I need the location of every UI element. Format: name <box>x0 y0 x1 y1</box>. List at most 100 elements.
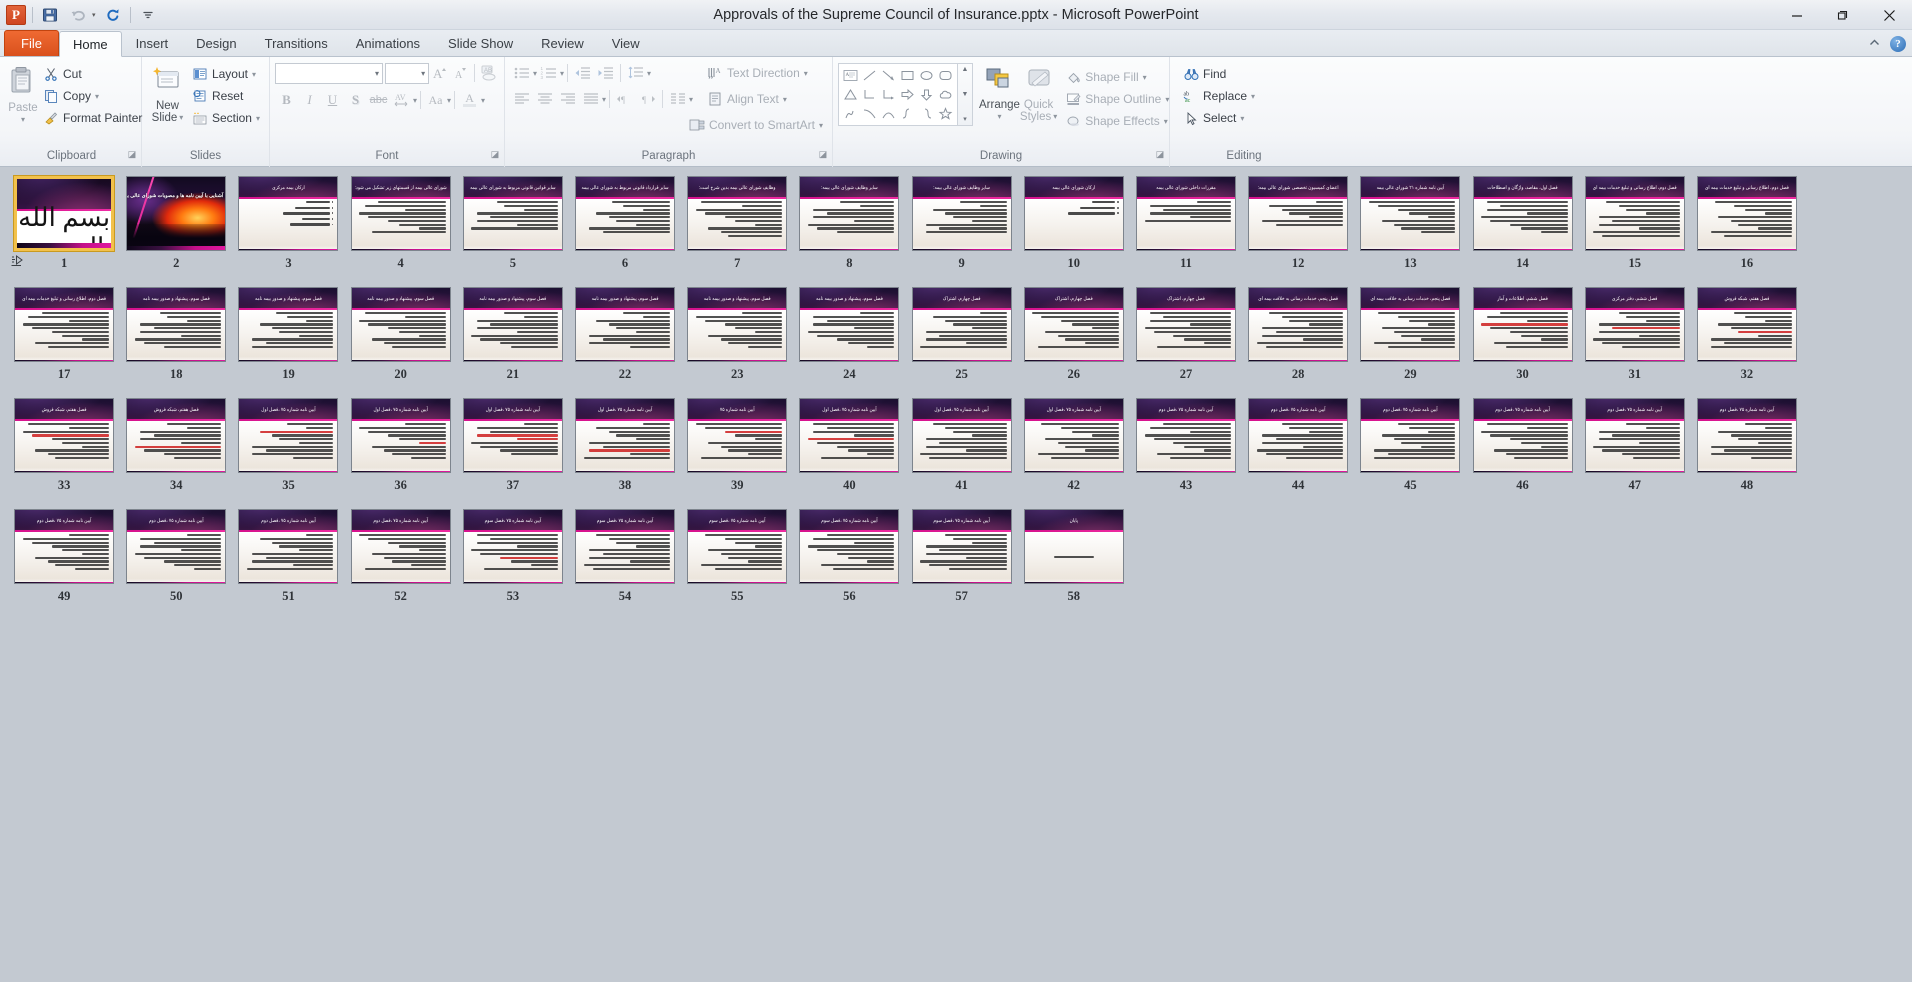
slide-thumbnail[interactable]: آیین نامه شماره ۷۵ ،فصل دوم <box>1472 398 1573 473</box>
slide-thumbnail-cell[interactable]: آیین نامه شماره ۷۵ ،فصل اول 38 <box>569 398 681 509</box>
increase-indent-button[interactable] <box>594 62 617 84</box>
slide-thumbnail[interactable]: آیین نامه شماره ۷۵ ،فصل اول <box>238 398 339 473</box>
slide-thumbnail[interactable]: آیین نامه شماره ۷۵ ،فصل دوم <box>14 509 115 584</box>
replace-button[interactable]: ab ac Replace ▾ <box>1179 85 1259 107</box>
shape-left-brace-icon[interactable] <box>898 104 917 123</box>
shape-fill-dropdown-icon[interactable]: ▾ <box>1143 73 1147 82</box>
justify-dropdown-icon[interactable]: ▾ <box>602 95 606 104</box>
shape-elbow-arrow-icon[interactable] <box>879 85 898 104</box>
slide-thumbnail-cell[interactable]: فصل پنجم، خدمات رسانی به خلافت بیمه ای 28 <box>1242 287 1354 398</box>
italic-button[interactable]: I <box>298 89 321 111</box>
restore-button[interactable] <box>1820 0 1866 30</box>
shape-arrow-icon[interactable] <box>879 66 898 85</box>
slide-thumbnail-cell[interactable]: آیین نامه شماره ۷۵ ،فصل دوم 51 <box>232 509 344 620</box>
slide-thumbnail-cell[interactable]: فصل هفتم، شبکه فروش 33 <box>8 398 120 509</box>
shapes-scroll-up-icon[interactable]: ▲ <box>962 66 969 73</box>
tab-slide-show[interactable]: Slide Show <box>434 31 527 56</box>
align-text-dropdown-icon[interactable]: ▾ <box>783 95 787 104</box>
quick-styles-dropdown-icon[interactable]: ▾ <box>1053 111 1057 123</box>
decrease-indent-button[interactable] <box>571 62 594 84</box>
tab-review[interactable]: Review <box>527 31 598 56</box>
slide-thumbnail[interactable]: فصل پنجم، خدمات رسانی به خلافت بیمه ای <box>1248 287 1349 362</box>
slide-thumbnail-cell[interactable]: آیین نامه شماره ۷۵ ،فصل اول 36 <box>345 398 457 509</box>
shape-scribble-icon[interactable] <box>841 104 860 123</box>
shape-down-arrow-icon[interactable] <box>917 85 936 104</box>
font-dialog-launcher-icon[interactable]: ◪ <box>490 150 500 160</box>
slide-thumbnail-cell[interactable]: فصل دوم، اطلاع رسانی و تبلیغ خدمات بیمه … <box>8 287 120 398</box>
drawing-dialog-launcher-icon[interactable]: ◪ <box>1155 150 1165 160</box>
slide-thumbnail-cell[interactable]: آیین نامه شماره ۷۵ ،فصل سوم 56 <box>793 509 905 620</box>
text-shadow-button[interactable]: S <box>344 89 367 111</box>
shapes-gallery[interactable]: A ▲ ▼ ▾ <box>838 63 973 126</box>
animation-indicator-icon[interactable] <box>10 255 24 268</box>
align-right-button[interactable] <box>556 88 579 110</box>
shape-rectangle-icon[interactable] <box>898 66 917 85</box>
cut-button[interactable]: Cut <box>39 63 146 85</box>
slide-thumbnail-cell[interactable]: اعضای کمیسیون تخصصی شورای عالی بیمه: 12 <box>1242 176 1354 287</box>
paragraph-dialog-launcher-icon[interactable]: ◪ <box>818 150 828 160</box>
minimize-button[interactable] <box>1774 0 1820 30</box>
align-text-button[interactable]: Align Text ▾ <box>693 88 791 110</box>
slide-thumbnail[interactable]: فصل سوم، پیشنهاد و صدور بیمه نامه <box>350 287 451 362</box>
quick-styles-button[interactable]: Quick Styles ▾ <box>1020 63 1057 123</box>
line-spacing-dropdown-icon[interactable]: ▾ <box>647 69 651 78</box>
slide-thumbnail[interactable]: فصل چهارم، اشتراک <box>1023 287 1124 362</box>
slide-thumbnail-cell[interactable]: وظایف شورای عالی بیمه بدین شرح است: 7 <box>681 176 793 287</box>
font-size-combo[interactable]: ▾ <box>385 62 430 84</box>
text-direction-dropdown-icon[interactable]: ▾ <box>804 69 808 78</box>
shapes-scrollbar[interactable]: ▲ ▼ ▾ <box>958 63 973 126</box>
slide-thumbnail-cell[interactable]: فصل چهارم، اشتراک 27 <box>1130 287 1242 398</box>
shrink-font-button[interactable]: A <box>450 62 471 84</box>
shape-star-icon[interactable] <box>936 104 955 123</box>
reset-button[interactable]: Reset <box>188 85 264 107</box>
slide-thumbnail-cell[interactable]: سایر قرارداد قانونی مربوط به شورای عالی … <box>569 176 681 287</box>
slide-thumbnail-cell[interactable]: آیین نامه شماره ۷۵ ،فصل دوم 46 <box>1466 398 1578 509</box>
slide-thumbnail-cell[interactable]: آیین نامه شماره ۷۵ ،فصل اول 42 <box>1018 398 1130 509</box>
section-dropdown-icon[interactable]: ▾ <box>256 114 260 123</box>
change-case-button[interactable]: Aa <box>424 89 447 111</box>
slide-thumbnail-cell[interactable]: فصل چهارم، اشتراک 25 <box>906 287 1018 398</box>
slide-thumbnail[interactable]: آشنایی با آیین نامه ها و مصوبات شورای عا… <box>126 176 227 251</box>
slide-thumbnail-cell[interactable]: آیین نامه شماره ۷۵ ،فصل سوم 54 <box>569 509 681 620</box>
tab-design[interactable]: Design <box>182 31 250 56</box>
slide-thumbnail[interactable]: سایر قرارداد قانونی مربوط به شورای عالی … <box>575 176 676 251</box>
slide-thumbnail[interactable]: آیین نامه شماره ۷۵ ،فصل سوم <box>575 509 676 584</box>
slide-thumbnail[interactable]: آیین نامه شماره ۷۵ ،فصل دوم <box>1584 398 1685 473</box>
slide-thumbnail[interactable]: آیین نامه شماره ۲۱ شورای عالی بیمه <box>1360 176 1461 251</box>
slide-thumbnail-cell[interactable]: پایان 58 <box>1018 509 1130 620</box>
select-dropdown-icon[interactable]: ▾ <box>1240 114 1244 123</box>
slide-thumbnail-cell[interactable]: فصل پنجم، خدمات رسانی به خلافت بیمه ای 29 <box>1354 287 1466 398</box>
slide-thumbnail[interactable]: آیین نامه شماره ۷۵ ،فصل اول <box>575 398 676 473</box>
slide-thumbnail[interactable]: سایر وظایف شورای عالی بیمه: <box>799 176 900 251</box>
strikethrough-button[interactable]: abc <box>367 89 390 111</box>
right-to-left-button[interactable]: ¶ <box>636 88 659 110</box>
slide-thumbnail[interactable]: وظایف شورای عالی بیمه بدین شرح است: <box>687 176 788 251</box>
slide-thumbnail[interactable]: فصل دوم، اطلاع رسانی و تبلیغ خدمات بیمه … <box>14 287 115 362</box>
shape-outline-button[interactable]: Shape Outline ▾ <box>1061 88 1173 110</box>
slide-thumbnail-cell[interactable]: فصل دوم، اطلاع رسانی و تبلیغ خدمات بیمه … <box>1691 176 1803 287</box>
shapes-grid[interactable]: A <box>838 63 958 126</box>
slide-thumbnail[interactable]: آیین نامه شماره ۷۵ ،فصل سوم <box>911 509 1012 584</box>
slide-thumbnail[interactable]: مقررات داخلی شورای عالی بیمه <box>1135 176 1236 251</box>
slide-thumbnail[interactable]: فصل هفتم، شبکه فروش <box>126 398 227 473</box>
font-name-dropdown-icon[interactable]: ▾ <box>375 69 379 78</box>
slide-thumbnail[interactable]: فصل دوم، اطلاع رسانی و تبلیغ خدمات بیمه … <box>1696 176 1797 251</box>
slide-thumbnail-cell[interactable]: فصل سوم، پیشنهاد و صدور بیمه نامه 20 <box>345 287 457 398</box>
close-button[interactable] <box>1866 0 1912 30</box>
slide-thumbnail-cell[interactable]: سایر وظایف شورای عالی بیمه: 9 <box>906 176 1018 287</box>
underline-button[interactable]: U <box>321 89 344 111</box>
slide-thumbnail[interactable]: آیین نامه شماره ۷۵ ،فصل اول <box>462 398 563 473</box>
shape-oval-icon[interactable] <box>917 66 936 85</box>
format-painter-button[interactable]: Format Painter <box>39 107 146 129</box>
slide-thumbnail[interactable]: آیین نامه شماره ۷۵ ،فصل دوم <box>350 509 451 584</box>
slide-thumbnail-cell[interactable]: آیین نامه شماره ۷۵ ،فصل دوم 52 <box>345 509 457 620</box>
slide-thumbnail[interactable]: آیین نامه شماره ۷۵ ،فصل دوم <box>126 509 227 584</box>
slide-thumbnail[interactable]: آیین نامه شماره ۷۵ ،فصل دوم <box>238 509 339 584</box>
slide-thumbnail[interactable]: فصل ششم، دفتر مرکزی <box>1584 287 1685 362</box>
slide-thumbnail[interactable]: شورای عالی بیمه از قسمتهای زیر تشکیل می … <box>350 176 451 251</box>
slide-thumbnail-cell[interactable]: آیین نامه شماره ۷۵ ،فصل دوم 47 <box>1579 398 1691 509</box>
slide-thumbnail-cell[interactable]: ارکان بیمه مرکزی 3 <box>232 176 344 287</box>
slide-thumbnail[interactable]: آیین نامه شماره ۷۵ ،فصل اول <box>799 398 900 473</box>
slide-thumbnail-cell[interactable]: آیین نامه شماره ۲۱ شورای عالی بیمه 13 <box>1354 176 1466 287</box>
shapes-scroll-down-icon[interactable]: ▼ <box>962 91 969 98</box>
